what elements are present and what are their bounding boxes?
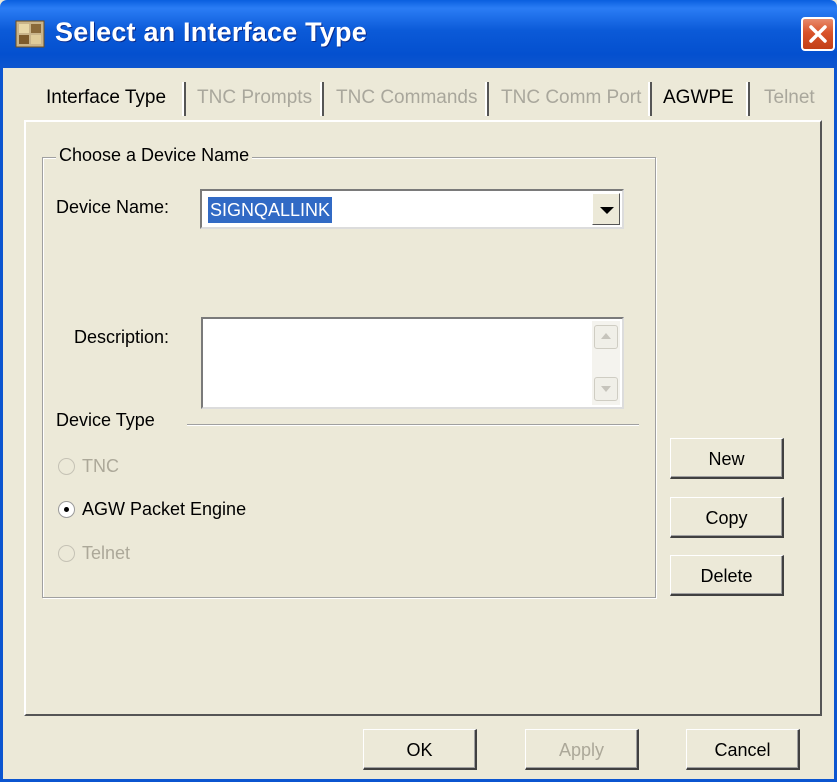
radio-button-icon[interactable]: [58, 545, 75, 562]
close-button[interactable]: [801, 17, 835, 51]
tab-tnc-comm-port[interactable]: TNC Comm Port: [501, 78, 641, 118]
new-button[interactable]: New: [670, 438, 784, 479]
radio-button-selected-icon[interactable]: [58, 501, 75, 518]
device-group-title: Choose a Device Name: [56, 145, 253, 166]
tab-separator: [746, 82, 750, 116]
close-icon: [809, 25, 827, 43]
tab-separator: [485, 82, 489, 116]
description-field[interactable]: [201, 317, 624, 409]
tab-separator: [648, 82, 652, 116]
title-bar[interactable]: Select an Interface Type: [0, 0, 837, 68]
window-frame-left: [0, 68, 3, 782]
tab-telnet[interactable]: Telnet: [764, 78, 815, 118]
copy-button[interactable]: Copy: [670, 497, 784, 538]
device-type-label: Device Type: [56, 410, 155, 430]
radio-tnc-label: TNC: [82, 456, 119, 476]
active-tab-indicator: [32, 120, 185, 122]
radio-agw-packet-engine-label: AGW Packet Engine: [82, 499, 247, 519]
app-settings-icon: [15, 20, 45, 48]
device-name-label: Device Name:: [56, 197, 170, 217]
ok-button[interactable]: OK: [363, 729, 477, 770]
description-scrollbar[interactable]: [592, 321, 620, 405]
device-name-select[interactable]: SIGNQALLINK: [200, 189, 624, 229]
radio-button-icon[interactable]: [58, 458, 75, 475]
apply-button[interactable]: Apply: [525, 729, 639, 770]
tab-tnc-commands[interactable]: TNC Commands: [336, 78, 477, 118]
description-label: Description:: [74, 327, 170, 347]
scroll-up-icon[interactable]: [594, 325, 618, 349]
radio-telnet-label: Telnet: [82, 543, 131, 563]
scroll-down-icon[interactable]: [594, 377, 618, 401]
device-type-divider: [187, 424, 639, 426]
tab-interface-type[interactable]: Interface Type: [46, 78, 166, 118]
cancel-button[interactable]: Cancel: [686, 729, 800, 770]
chevron-down-icon[interactable]: [592, 193, 620, 225]
tab-separator: [182, 82, 186, 116]
tab-agwpe[interactable]: AGWPE: [663, 78, 734, 118]
delete-button[interactable]: Delete: [670, 555, 784, 596]
tab-tnc-prompts[interactable]: TNC Prompts: [197, 78, 312, 118]
window-title: Select an Interface Type: [55, 17, 367, 47]
device-name-value: SIGNQALLINK: [208, 197, 333, 223]
tab-separator: [320, 82, 324, 116]
